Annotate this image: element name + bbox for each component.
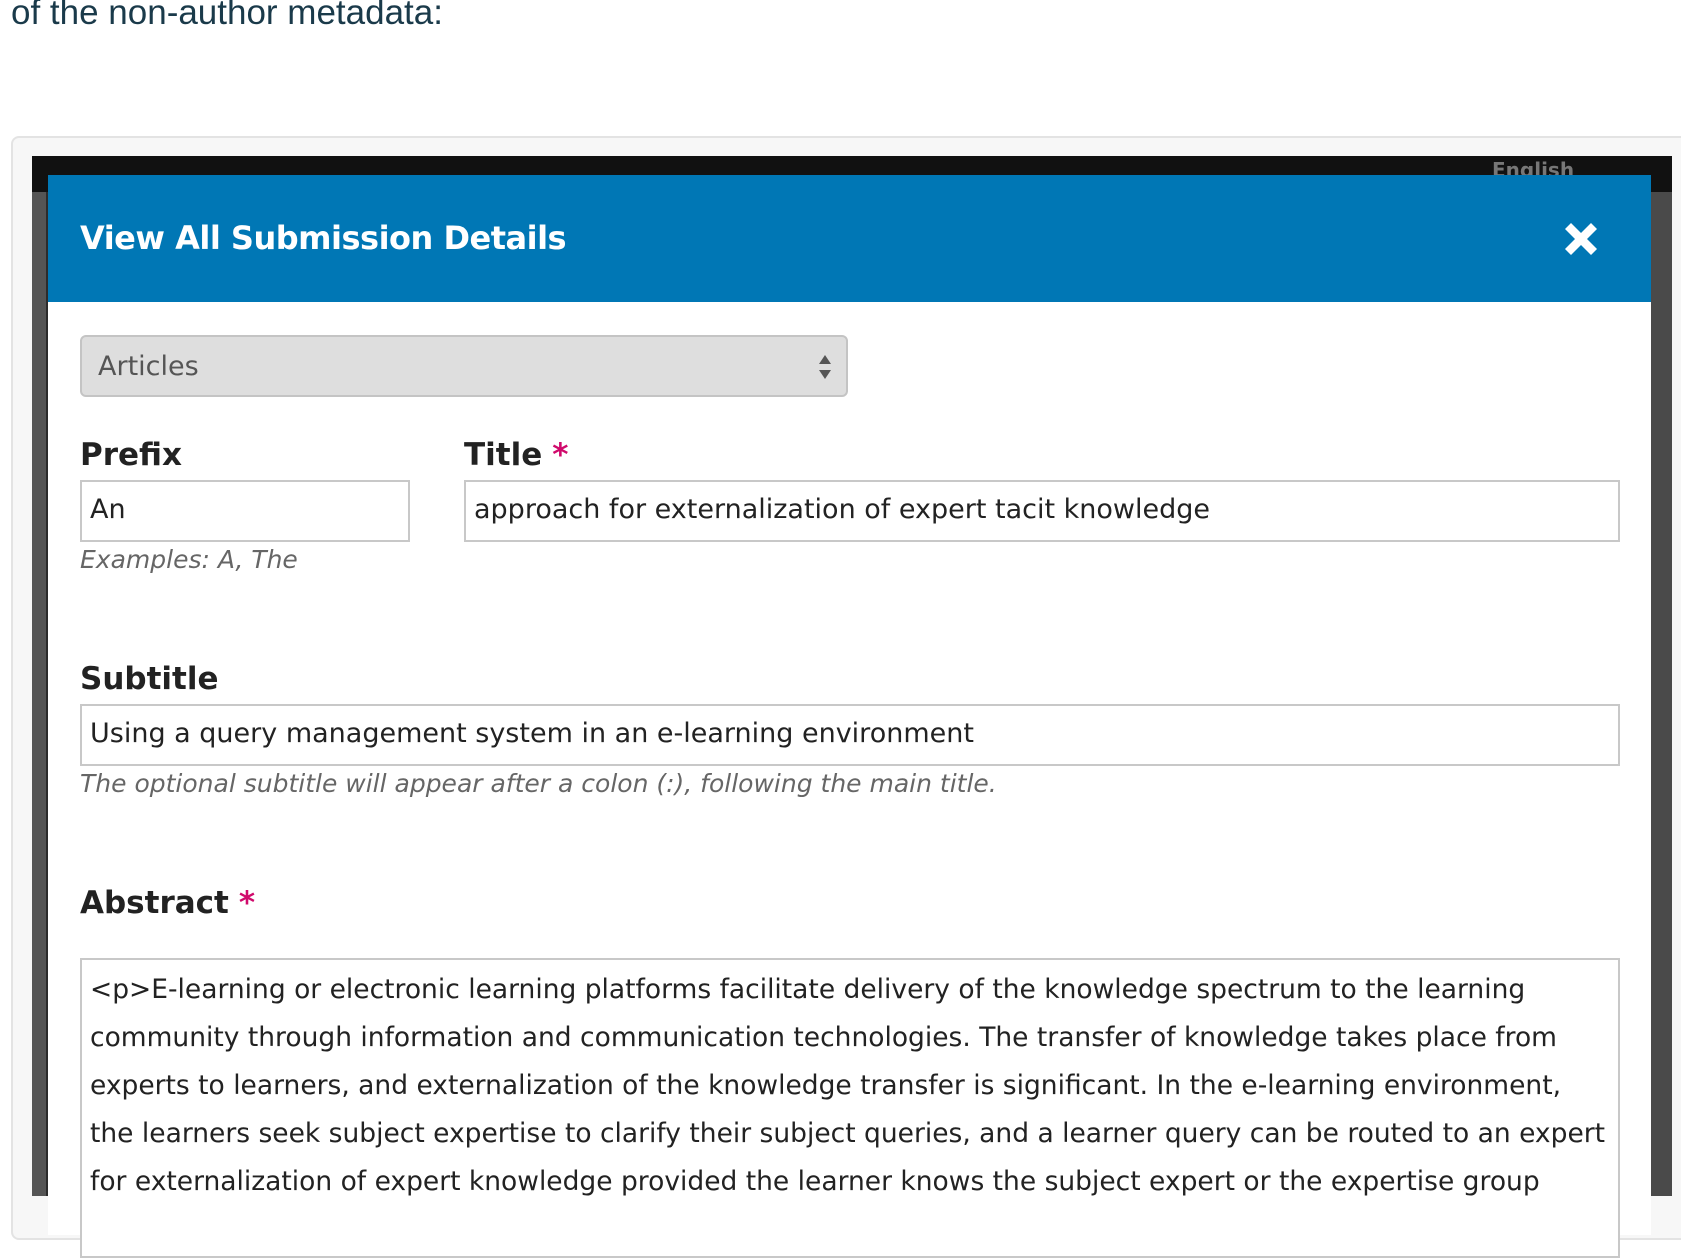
abstract-label-text: Abstract — [80, 885, 229, 921]
section-select[interactable]: Articles — [80, 335, 848, 397]
abstract-required-marker: * — [238, 885, 256, 921]
title-label-text: Title — [464, 437, 543, 473]
prefix-label: Prefix — [80, 437, 183, 473]
prefix-help: Examples: A, The — [80, 545, 298, 574]
select-arrows-icon — [818, 353, 832, 381]
close-icon — [1565, 223, 1597, 255]
background-page-left — [32, 192, 46, 1196]
modal-title: View All Submission Details — [80, 219, 567, 257]
title-label: Title * — [464, 437, 568, 473]
subtitle-input[interactable]: Using a query management system in an e-… — [80, 704, 1620, 766]
modal-header: View All Submission Details — [48, 175, 1651, 302]
title-input[interactable]: approach for externalization of expert t… — [464, 480, 1620, 542]
close-button[interactable] — [1557, 215, 1605, 263]
abstract-textarea[interactable]: <p>E-learning or electronic learning pla… — [80, 958, 1620, 1258]
title-required-marker: * — [552, 437, 569, 473]
intro-text: of the non-author metadata: — [11, 0, 443, 32]
subtitle-label: Subtitle — [80, 661, 219, 697]
prefix-input[interactable]: An — [80, 480, 410, 542]
subtitle-help: The optional subtitle will appear after … — [80, 769, 997, 798]
abstract-label: Abstract * — [80, 885, 255, 921]
section-select-value: Articles — [98, 351, 199, 382]
submission-details-modal: View All Submission Details Articles Pre… — [48, 175, 1651, 1258]
